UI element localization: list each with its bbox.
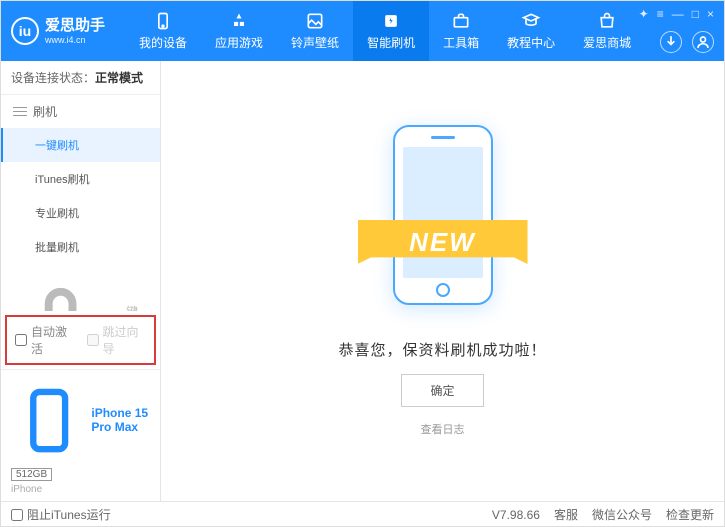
version-label: V7.98.66	[492, 508, 540, 522]
sidebar-item-pro-flash[interactable]: 专业刷机	[1, 196, 160, 230]
nav-store[interactable]: 爱思商城	[569, 1, 645, 61]
device-capacity: 512GB	[11, 468, 52, 481]
device-info[interactable]: iPhone 15 Pro Max 512GB iPhone	[1, 369, 160, 501]
minimize-icon[interactable]: —	[672, 7, 684, 21]
main-content: NEW 恭喜您，保资料刷机成功啦！ 确定 查看日志	[161, 61, 724, 501]
nav-toolbox[interactable]: 工具箱	[429, 1, 493, 61]
device-type: iPhone	[11, 484, 150, 495]
download-icon[interactable]	[660, 31, 682, 53]
skin-icon[interactable]: ✦	[639, 7, 649, 21]
sidebar: 设备连接状态：正常模式 刷机 一键刷机 iTunes刷机 专业刷机 批量刷机 一…	[1, 61, 161, 501]
flash-icon	[381, 11, 401, 31]
sidebar-item-itunes-flash[interactable]: iTunes刷机	[1, 162, 160, 196]
nav-tutorial[interactable]: 教程中心	[493, 1, 569, 61]
lock-icon	[13, 272, 108, 311]
checkbox-block-itunes[interactable]: 阻止iTunes运行	[11, 506, 111, 523]
user-icon[interactable]	[692, 31, 714, 53]
success-message: 恭喜您，保资料刷机成功啦！	[338, 339, 546, 360]
tutorial-icon	[521, 11, 541, 31]
app-title: 爱思助手	[45, 17, 105, 35]
sidebar-item-batch-flash[interactable]: 批量刷机	[1, 230, 160, 264]
checkbox-auto-activate[interactable]: 自动激活	[15, 323, 75, 357]
list-icon	[13, 111, 27, 113]
app-url: www.i4.cn	[45, 35, 105, 46]
nav-apps[interactable]: 应用游戏	[201, 1, 277, 61]
nav-ringtone[interactable]: 铃声壁纸	[277, 1, 353, 61]
nav-flash[interactable]: 智能刷机	[353, 1, 429, 61]
header-actions	[660, 31, 714, 53]
footer-link-support[interactable]: 客服	[554, 506, 578, 523]
device-icon	[153, 11, 173, 31]
checkbox-skip-guide[interactable]: 跳过向导	[87, 323, 147, 357]
view-log-link[interactable]: 查看日志	[421, 421, 465, 437]
app-header: iu 爱思助手 www.i4.cn 我的设备 应用游戏 铃声壁纸 智能刷机 工具…	[1, 1, 724, 61]
window-controls: ✦ ≡ — □ ×	[639, 7, 714, 21]
logo-icon: iu	[11, 17, 39, 45]
options-highlighted: 自动激活 跳过向导	[5, 315, 156, 365]
success-illustration: NEW	[368, 125, 518, 325]
footer-link-update[interactable]: 检查更新	[666, 506, 714, 523]
sidebar-section-jailbreak[interactable]: 一键越狱	[1, 264, 160, 311]
store-icon	[597, 11, 617, 31]
close-icon[interactable]: ×	[707, 7, 714, 21]
phone-icon	[11, 376, 87, 465]
wallpaper-icon	[305, 11, 325, 31]
device-status: 设备连接状态：正常模式	[1, 61, 160, 95]
apps-icon	[229, 11, 249, 31]
footer-link-wechat[interactable]: 微信公众号	[592, 506, 652, 523]
top-nav: 我的设备 应用游戏 铃声壁纸 智能刷机 工具箱 教程中心 爱思商城	[125, 1, 645, 61]
sidebar-item-oneclick-flash[interactable]: 一键刷机	[1, 128, 160, 162]
logo: iu 爱思助手 www.i4.cn	[11, 17, 105, 46]
menu-icon[interactable]: ≡	[657, 7, 664, 21]
new-ribbon: NEW	[358, 220, 528, 264]
footer: 阻止iTunes运行 V7.98.66 客服 微信公众号 检查更新	[1, 501, 724, 527]
nav-my-device[interactable]: 我的设备	[125, 1, 201, 61]
ok-button[interactable]: 确定	[401, 374, 483, 407]
sidebar-section-flash[interactable]: 刷机	[1, 95, 160, 128]
toolbox-icon	[451, 11, 471, 31]
maximize-icon[interactable]: □	[692, 7, 699, 21]
